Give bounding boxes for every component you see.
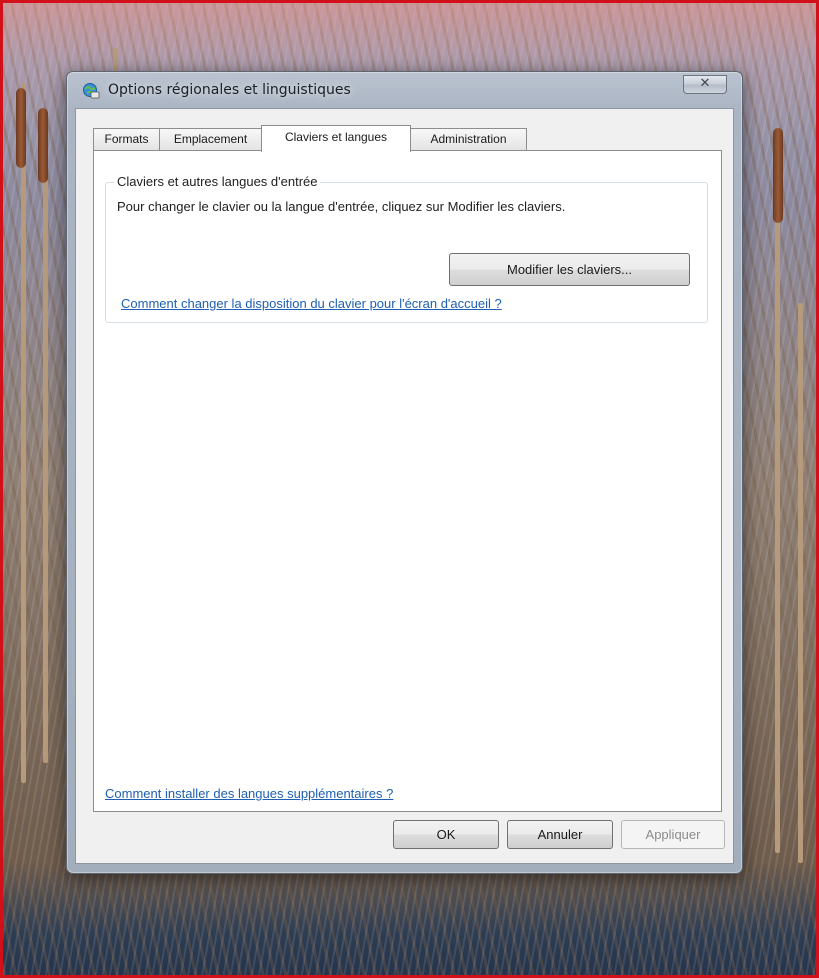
tab-label: Emplacement: [173, 132, 248, 146]
reed-decoration: [775, 133, 780, 853]
tab-label: Claviers et langues: [284, 130, 388, 144]
keyboards-groupbox: Claviers et autres langues d'entrée Pour…: [105, 174, 708, 323]
reed-decoration: [798, 303, 803, 863]
globe-keyboard-icon: [83, 83, 100, 99]
tab-formats[interactable]: Formats: [93, 128, 160, 150]
tab-label: Formats: [104, 132, 149, 146]
reed-head-decoration: [16, 88, 26, 168]
reed-head-decoration: [38, 108, 48, 183]
close-button[interactable]: ✕: [683, 75, 727, 94]
welcome-screen-keyboard-link[interactable]: Comment changer la disposition du clavie…: [121, 296, 502, 311]
window-title: Options régionales et linguistiques: [108, 82, 351, 98]
apply-button: Appliquer: [621, 820, 725, 849]
tab-label: Administration: [430, 132, 507, 146]
title-bar[interactable]: Options régionales et linguistiques ✕: [67, 72, 742, 110]
regional-options-dialog: Options régionales et linguistiques ✕ Fo…: [66, 71, 743, 874]
keyboards-description: Pour changer le clavier ou la langue d'e…: [117, 199, 566, 214]
close-icon: ✕: [699, 76, 711, 91]
install-languages-link[interactable]: Comment installer des langues supplément…: [105, 786, 393, 801]
ok-button[interactable]: OK: [393, 820, 499, 849]
reed-head-decoration: [773, 128, 783, 223]
reed-decoration: [43, 113, 48, 763]
dialog-client-area: Formats Emplacement Claviers et langues …: [75, 108, 734, 864]
tab-panel-claviers: Claviers et autres langues d'entrée Pour…: [93, 150, 722, 812]
tab-administration[interactable]: Administration: [410, 128, 527, 150]
tab-emplacement[interactable]: Emplacement: [159, 128, 262, 150]
cancel-button[interactable]: Annuler: [507, 820, 613, 849]
modify-keyboards-button[interactable]: Modifier les claviers...: [449, 253, 690, 286]
tab-claviers-et-langues[interactable]: Claviers et langues: [261, 125, 411, 152]
reed-decoration: [21, 83, 26, 783]
groupbox-legend: Claviers et autres langues d'entrée: [114, 174, 321, 189]
